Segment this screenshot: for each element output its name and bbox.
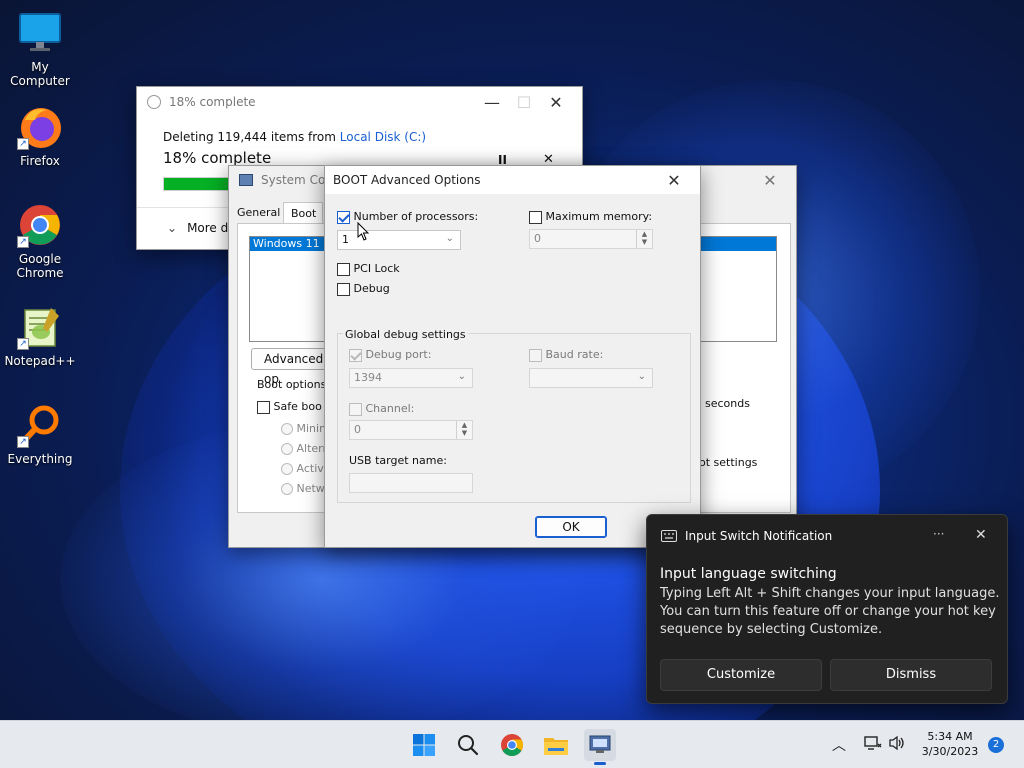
usb-target-label: USB target name:	[349, 454, 447, 467]
desktop-icon-my-computer[interactable]: My Computer	[0, 10, 80, 88]
debug-port-checkbox[interactable]: Debug port:	[349, 348, 431, 362]
desktop-icon-firefox[interactable]: ↗ Firefox	[0, 104, 80, 168]
shortcut-arrow-icon: ↗	[17, 338, 29, 350]
boot-options-label: Boot options	[257, 378, 327, 391]
clock[interactable]: 5:34 AM 3/30/2023	[918, 729, 982, 759]
taskbar: ︿ 5:34 AM 3/30/2023 2	[0, 720, 1024, 768]
local-disk-link[interactable]: Local Disk (C:)	[340, 130, 426, 144]
desktop-icon-label: My Computer	[10, 60, 70, 88]
chevron-down-icon: ⌄	[637, 371, 646, 382]
desktop-icon-everything[interactable]: ↗ Everything	[0, 402, 80, 466]
close-button[interactable]: ✕	[540, 87, 572, 117]
chevron-down-icon: ⌄	[445, 233, 454, 244]
dismiss-button[interactable]: Dismiss	[830, 659, 992, 691]
shortcut-arrow-icon: ↗	[17, 436, 29, 448]
clock-time: 5:34 AM	[927, 730, 973, 743]
notification-close-button[interactable]: ✕	[975, 527, 987, 543]
max-memory-checkbox[interactable]: Maximum memory:	[529, 210, 652, 224]
spin-updown-icon[interactable]: ▲ ▼	[636, 230, 652, 248]
boot-dialog-close-button[interactable]: ✕	[658, 165, 690, 195]
boot-dialog-title: BOOT Advanced Options	[333, 173, 481, 187]
clock-date: 3/30/2023	[921, 745, 979, 758]
boot-advanced-options-dialog: BOOT Advanced Options ✕ Number of proces…	[324, 165, 701, 548]
maximize-button[interactable]: ☐	[508, 87, 540, 117]
safe-boot-checkbox[interactable]: Safe boo	[257, 400, 322, 414]
desktop-icon-label: Google Chrome	[16, 252, 64, 280]
progress-window-title: 18% complete	[169, 95, 256, 109]
mouse-cursor-icon	[357, 221, 371, 245]
more-details-toggle[interactable]: ⌄ More de	[167, 221, 236, 235]
sysconfig-close-button[interactable]: ✕	[754, 165, 786, 195]
input-switch-notification: Input Switch Notification ··· ✕ Input la…	[646, 514, 1008, 704]
file-explorer-icon[interactable]	[540, 729, 572, 761]
shortcut-arrow-icon: ↗	[17, 138, 29, 150]
global-debug-label: Global debug settings	[343, 328, 468, 341]
tab-boot[interactable]: Boot	[283, 202, 323, 224]
notepad-plus-plus-icon: ↗	[17, 304, 63, 350]
num-processors-combo[interactable]: 1 ⌄	[337, 230, 461, 250]
magnifier-icon: ↗	[17, 402, 63, 448]
progress-bar-fill	[164, 178, 236, 190]
show-hidden-icons-chevron-icon[interactable]: ︿	[832, 735, 846, 755]
notification-count-badge[interactable]: 2	[988, 737, 1004, 753]
tab-general[interactable]: General	[237, 206, 280, 219]
boot-dialog-titlebar[interactable]: BOOT Advanced Options ✕	[325, 166, 700, 194]
desktop-icon-notepad-plus-plus[interactable]: ↗ Notepad++	[0, 304, 80, 368]
firefox-icon: ↗	[17, 104, 63, 150]
desktop-icon-label: Everything	[7, 452, 73, 466]
desktop-icon-label: Notepad++	[4, 354, 76, 368]
channel-input[interactable]: 0 ▲ ▼	[349, 420, 473, 440]
progress-titlebar[interactable]: 18% complete — ☐ ✕	[137, 87, 582, 117]
chrome-icon: ↗	[17, 202, 63, 248]
desktop-icon-google-chrome[interactable]: ↗ Google Chrome	[0, 202, 80, 280]
chevron-down-icon: ⌄	[457, 371, 466, 382]
volume-icon[interactable]	[888, 735, 906, 754]
clock-icon	[147, 95, 161, 109]
debug-checkbox[interactable]: Debug	[337, 282, 390, 296]
usb-target-input[interactable]	[349, 473, 473, 493]
monitor-icon	[17, 10, 63, 56]
start-windows-icon[interactable]	[408, 729, 440, 761]
debug-port-combo[interactable]: 1394 ⌄	[349, 368, 473, 388]
ok-button[interactable]: OK	[535, 516, 607, 538]
customize-button[interactable]: Customize	[660, 659, 822, 691]
minimize-button[interactable]: —	[476, 87, 508, 117]
channel-checkbox[interactable]: Channel:	[349, 402, 414, 416]
keyboard-icon	[661, 530, 677, 545]
spin-updown-icon[interactable]: ▲ ▼	[456, 421, 472, 439]
desktop-icon-label: Firefox	[20, 154, 60, 168]
more-options-button[interactable]: ···	[933, 527, 944, 541]
shortcut-arrow-icon: ↗	[17, 236, 29, 248]
pci-lock-checkbox[interactable]: PCI Lock	[337, 262, 400, 276]
notification-body: Typing Left Alt + Shift changes your inp…	[660, 586, 1000, 637]
system-configuration-taskbar-icon[interactable]	[584, 729, 616, 765]
search-icon[interactable]	[452, 729, 484, 761]
seconds-label: seconds	[705, 397, 750, 410]
baud-rate-combo[interactable]: ⌄	[529, 368, 653, 388]
active-indicator	[594, 762, 606, 765]
notification-header: Input Switch Notification	[685, 529, 833, 543]
boot-settings-label: ot settings	[699, 456, 758, 469]
max-memory-input[interactable]: 0 ▲ ▼	[529, 229, 653, 249]
msconfig-icon	[239, 174, 253, 186]
progress-message: Deleting 119,444 items from Local Disk (…	[163, 130, 427, 144]
baud-rate-checkbox[interactable]: Baud rate:	[529, 348, 603, 362]
chevron-down-icon: ⌄	[167, 221, 178, 235]
notification-title: Input language switching	[660, 566, 837, 582]
chrome-taskbar-icon[interactable]	[496, 729, 528, 761]
network-icon[interactable]	[864, 735, 882, 754]
